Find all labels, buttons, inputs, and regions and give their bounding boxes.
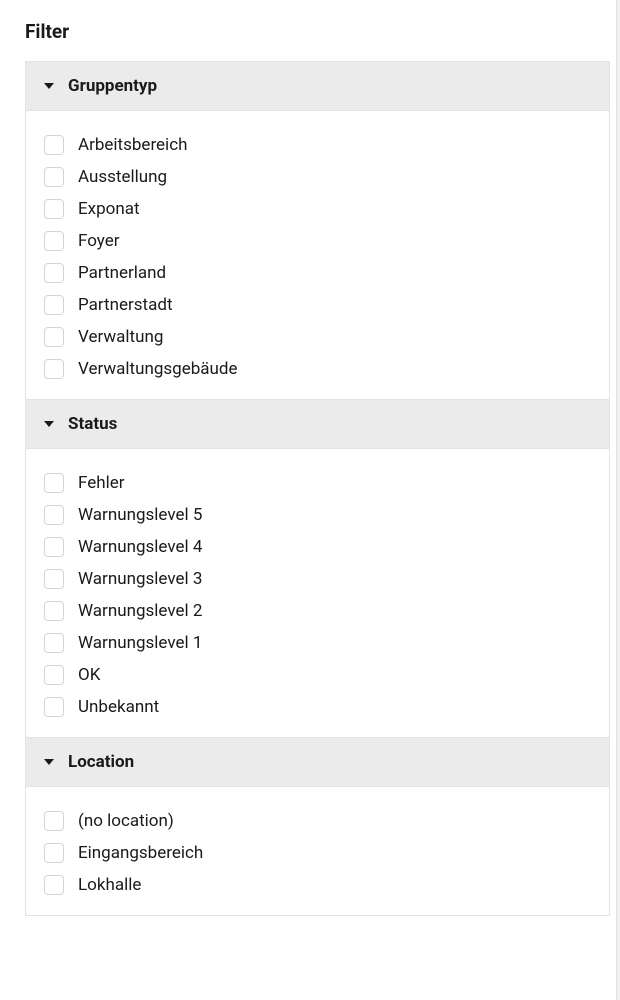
checkbox-item[interactable]: Warnungslevel 1 [44, 627, 591, 659]
checkbox-label: Exponat [78, 199, 140, 219]
checkbox-item[interactable]: Exponat [44, 193, 591, 225]
checkbox[interactable] [44, 199, 64, 219]
checkbox-label: Verwaltung [78, 327, 163, 347]
checkbox-label: Ausstellung [78, 167, 167, 187]
checkbox-label: Lokhalle [78, 875, 141, 895]
checkbox-item[interactable]: Foyer [44, 225, 591, 257]
checkbox[interactable] [44, 505, 64, 525]
filter-title: Filter [25, 20, 610, 43]
checkbox-item[interactable]: Warnungslevel 2 [44, 595, 591, 627]
checkbox[interactable] [44, 665, 64, 685]
checkbox-item[interactable]: Fehler [44, 467, 591, 499]
section-body-location: (no location) Eingangsbereich Lokhalle [26, 787, 609, 915]
section-title: Status [68, 414, 117, 434]
checkbox-label: Partnerland [78, 263, 166, 283]
checkbox-item[interactable]: Warnungslevel 5 [44, 499, 591, 531]
checkbox-item[interactable]: Verwaltungsgebäude [44, 353, 591, 385]
checkbox[interactable] [44, 601, 64, 621]
checkbox-item[interactable]: OK [44, 659, 591, 691]
checkbox-label: Fehler [78, 473, 125, 493]
checkbox-label: (no location) [78, 811, 174, 831]
checkbox-item[interactable]: Verwaltung [44, 321, 591, 353]
checkbox-label: OK [78, 665, 100, 685]
checkbox-item[interactable]: Arbeitsbereich [44, 129, 591, 161]
section-header-status[interactable]: Status [26, 400, 609, 449]
checkbox-label: Unbekannt [78, 697, 159, 717]
checkbox-item[interactable]: Unbekannt [44, 691, 591, 723]
checkbox-label: Warnungslevel 4 [78, 537, 202, 557]
checkbox-item[interactable]: Partnerland [44, 257, 591, 289]
checkbox[interactable] [44, 633, 64, 653]
section-body-status: Fehler Warnungslevel 5 Warnungslevel 4 W… [26, 449, 609, 737]
checkbox-item[interactable]: Eingangsbereich [44, 837, 591, 869]
checkbox[interactable] [44, 811, 64, 831]
checkbox[interactable] [44, 875, 64, 895]
checkbox-item[interactable]: Ausstellung [44, 161, 591, 193]
section-header-location[interactable]: Location [26, 738, 609, 787]
checkbox[interactable] [44, 569, 64, 589]
section-header-gruppentyp[interactable]: Gruppentyp [26, 62, 609, 111]
checkbox-item[interactable]: Lokhalle [44, 869, 591, 901]
checkbox-label: Eingangsbereich [78, 843, 203, 863]
checkbox-label: Warnungslevel 2 [78, 601, 202, 621]
checkbox-label: Arbeitsbereich [78, 135, 187, 155]
chevron-down-icon [44, 421, 54, 427]
checkbox-item[interactable]: Partnerstadt [44, 289, 591, 321]
chevron-down-icon [44, 759, 54, 765]
checkbox-label: Warnungslevel 1 [78, 633, 202, 653]
checkbox[interactable] [44, 327, 64, 347]
checkbox-label: Partnerstadt [78, 295, 173, 315]
checkbox[interactable] [44, 263, 64, 283]
checkbox-label: Verwaltungsgebäude [78, 359, 238, 379]
checkbox-item[interactable]: (no location) [44, 805, 591, 837]
checkbox-item[interactable]: Warnungslevel 4 [44, 531, 591, 563]
filter-panel: Filter Gruppentyp Arbeitsbereich Ausstel… [0, 0, 620, 916]
filter-section-location: Location (no location) Eingangsbereich L… [25, 737, 610, 916]
checkbox-label: Foyer [78, 231, 120, 251]
divider [616, 0, 620, 1000]
checkbox-item[interactable]: Warnungslevel 3 [44, 563, 591, 595]
checkbox-label: Warnungslevel 3 [78, 569, 202, 589]
checkbox[interactable] [44, 473, 64, 493]
checkbox[interactable] [44, 135, 64, 155]
checkbox[interactable] [44, 697, 64, 717]
filter-section-gruppentyp: Gruppentyp Arbeitsbereich Ausstellung Ex… [25, 61, 610, 400]
section-body-gruppentyp: Arbeitsbereich Ausstellung Exponat Foyer… [26, 111, 609, 399]
checkbox[interactable] [44, 359, 64, 379]
checkbox-label: Warnungslevel 5 [78, 505, 202, 525]
chevron-down-icon [44, 83, 54, 89]
checkbox[interactable] [44, 843, 64, 863]
filter-section-status: Status Fehler Warnungslevel 5 Warnungsle… [25, 399, 610, 738]
checkbox[interactable] [44, 231, 64, 251]
checkbox[interactable] [44, 295, 64, 315]
section-title: Gruppentyp [68, 76, 157, 96]
checkbox[interactable] [44, 167, 64, 187]
checkbox[interactable] [44, 537, 64, 557]
section-title: Location [68, 752, 134, 772]
